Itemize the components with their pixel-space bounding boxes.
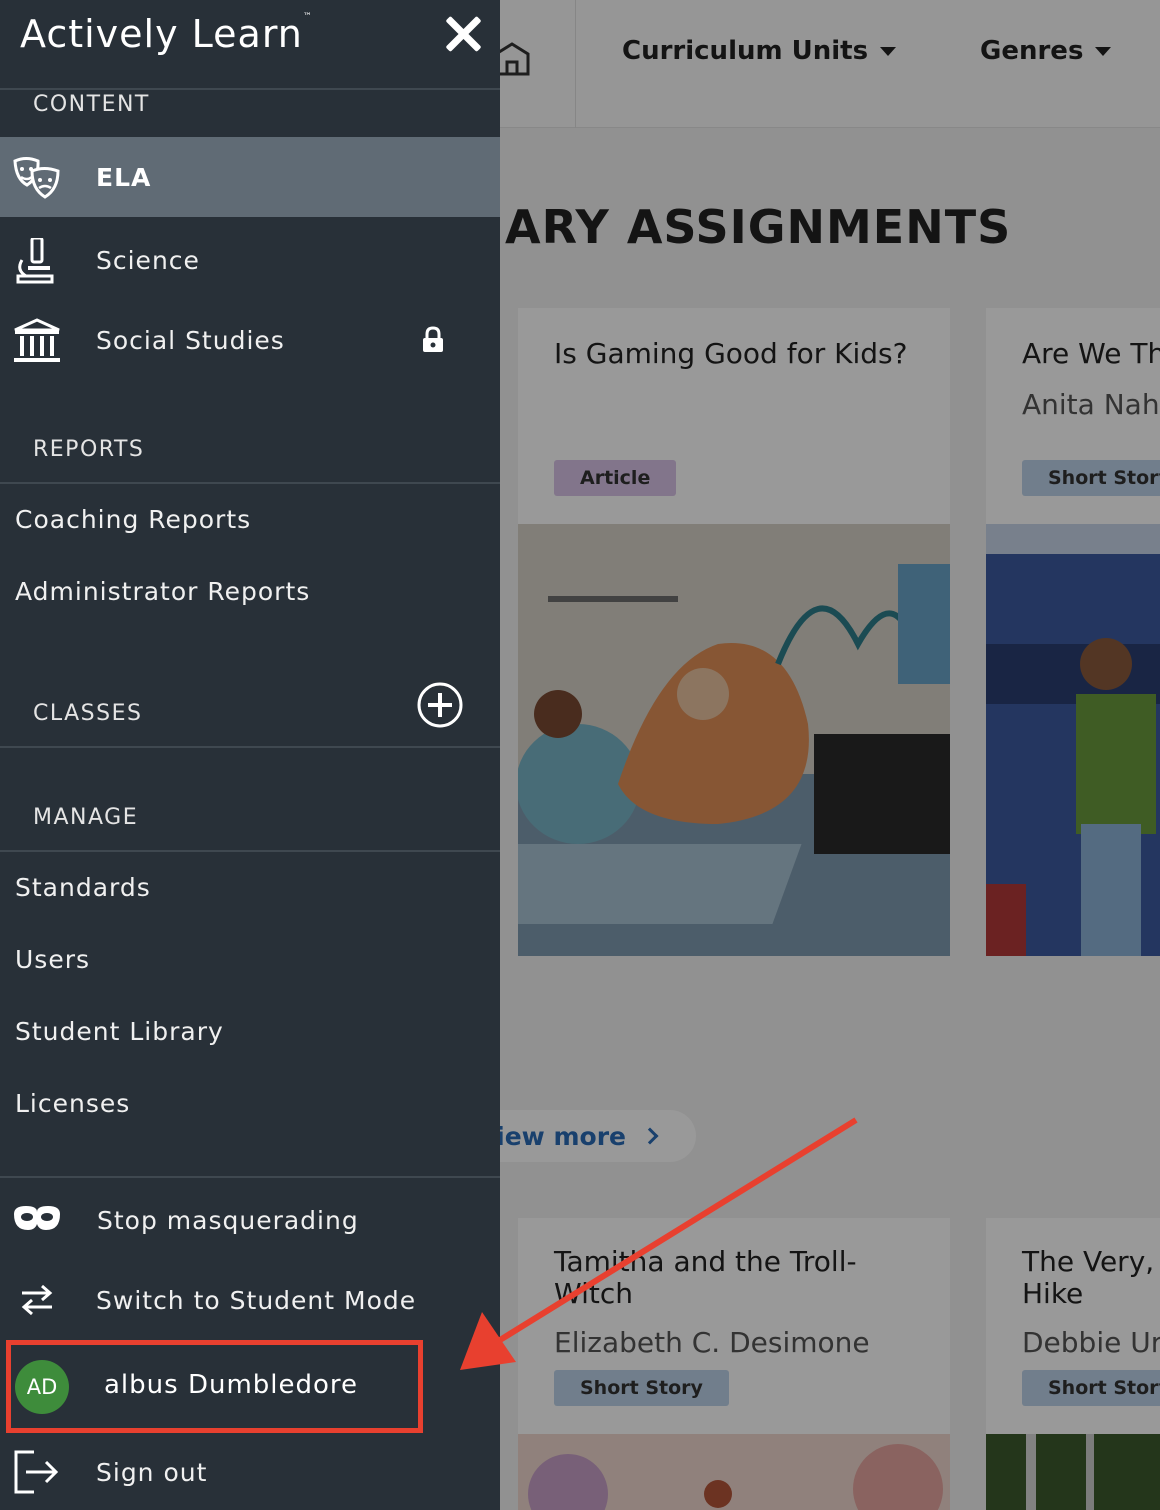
annotation-arrow <box>460 1117 858 1370</box>
